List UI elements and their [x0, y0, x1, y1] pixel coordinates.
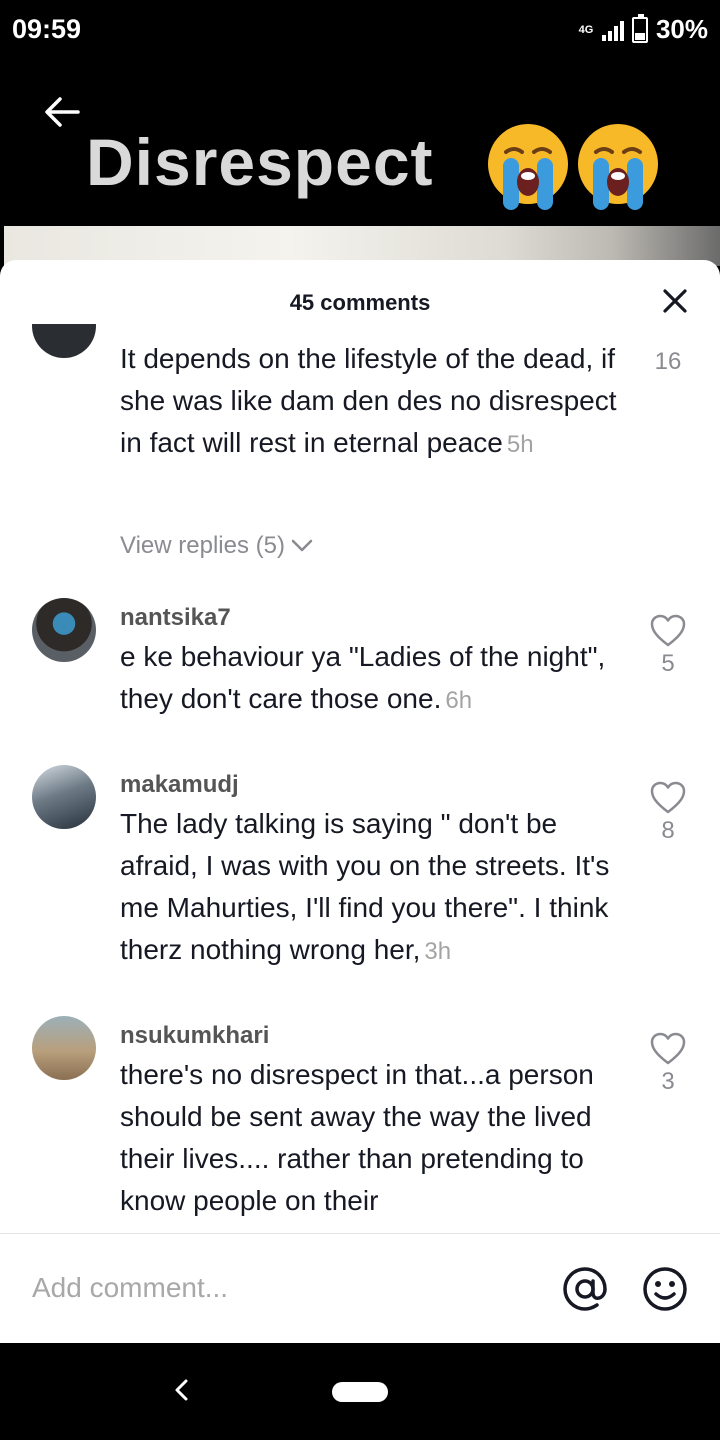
- like-button[interactable]: 16: [646, 346, 690, 376]
- nav-back-icon[interactable]: [170, 1375, 192, 1405]
- close-icon[interactable]: [660, 286, 690, 316]
- video-preview[interactable]: Disrespect: [0, 62, 720, 266]
- heart-icon: [650, 614, 686, 647]
- video-emojis: [486, 122, 660, 210]
- avatar[interactable]: [32, 598, 96, 662]
- view-replies-button[interactable]: View replies (5): [120, 532, 313, 560]
- loudly-crying-face-icon: [488, 124, 568, 210]
- chevron-down-icon: [291, 539, 313, 552]
- avatar[interactable]: [32, 324, 96, 358]
- comment-username[interactable]: nantsika7: [120, 604, 231, 632]
- like-count: 8: [661, 817, 675, 844]
- view-replies-label: View replies (5): [120, 532, 285, 559]
- comment-text: there's no disrespect in that...a person…: [120, 1054, 630, 1222]
- network-type: 4G: [578, 23, 594, 36]
- like-button[interactable]: 3: [646, 1032, 690, 1096]
- comment-body: there's no disrespect in that...a person…: [120, 1059, 594, 1216]
- avatar[interactable]: [32, 1016, 96, 1080]
- battery-percent: 30%: [655, 14, 708, 44]
- comment-username[interactable]: makamudj: [120, 771, 239, 799]
- comment-text: e ke behaviour ya "Ladies of the night",…: [120, 636, 630, 722]
- nav-home-pill[interactable]: [332, 1382, 388, 1402]
- status-bar: 09:59 4G 30%: [0, 0, 720, 62]
- mention-icon[interactable]: [562, 1266, 608, 1312]
- battery-icon: [631, 13, 648, 43]
- comment-time: 3h: [424, 938, 452, 965]
- loudly-crying-face-icon: [578, 124, 658, 210]
- comment-time: 5h: [506, 431, 534, 458]
- comment-text: The lady talking is saying " don't be af…: [120, 803, 630, 973]
- like-count: 5: [661, 650, 675, 677]
- video-title: Disrespect: [86, 125, 434, 199]
- comment-time: 6h: [445, 687, 473, 714]
- comment-body: The lady talking is saying " don't be af…: [120, 808, 610, 965]
- back-arrow-icon[interactable]: [40, 90, 84, 134]
- like-button[interactable]: 8: [646, 781, 690, 845]
- comment-username[interactable]: nsukumkhari: [120, 1022, 269, 1050]
- comment-body: e ke behaviour ya "Ladies of the night",…: [120, 641, 606, 714]
- signal-icon: [601, 19, 624, 41]
- comment-input[interactable]: Add comment...: [32, 1272, 228, 1304]
- system-nav-bar: [0, 1343, 720, 1440]
- heart-icon: [650, 1032, 686, 1065]
- like-button[interactable]: 5: [646, 614, 690, 678]
- comments-sheet: 45 comments It depends on the lifestyle …: [0, 260, 720, 1343]
- app-screen: 09:59 4G 30% Disrespect 45 comments It d…: [0, 0, 720, 1440]
- status-indicators: 4G 30%: [578, 13, 708, 45]
- comment-list[interactable]: It depends on the lifestyle of the dead,…: [0, 324, 720, 1232]
- comments-count-title: 45 comments: [289, 290, 431, 315]
- heart-icon: [650, 781, 686, 814]
- like-count: 3: [661, 1068, 675, 1095]
- avatar[interactable]: [32, 765, 96, 829]
- emoji-picker-icon[interactable]: [642, 1266, 688, 1312]
- comment-body: It depends on the lifestyle of the dead,…: [120, 343, 617, 458]
- comment-text: It depends on the lifestyle of the dead,…: [120, 338, 630, 466]
- comment-input-bar: Add comment...: [0, 1233, 720, 1343]
- like-count: 16: [654, 348, 682, 375]
- status-time: 09:59: [12, 14, 82, 44]
